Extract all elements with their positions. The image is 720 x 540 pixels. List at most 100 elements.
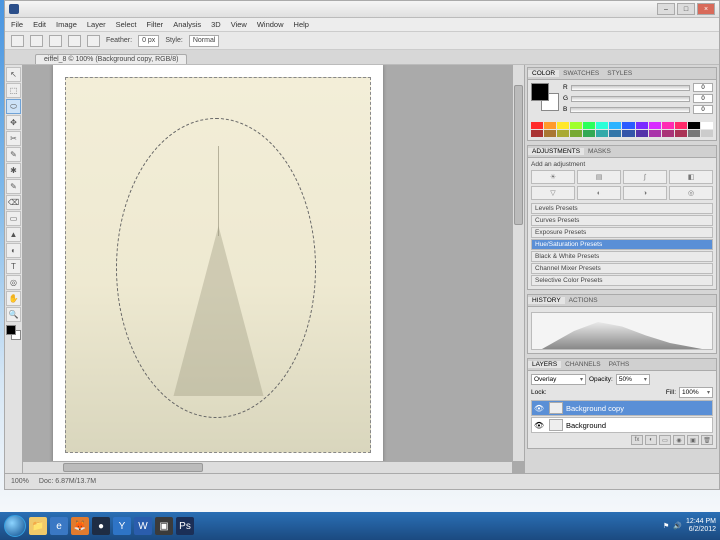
swatch[interactable] [701,122,713,129]
swatch[interactable] [609,122,621,129]
layer-adjust-button[interactable]: ▭ [659,435,671,445]
document-canvas[interactable] [53,65,383,465]
layer-new-button[interactable]: ▣ [687,435,699,445]
swatch[interactable] [636,122,648,129]
menu-filter[interactable]: Filter [147,20,164,29]
adjustment-preset[interactable]: Channel Mixer Presets [531,263,713,274]
swatch[interactable] [622,130,634,137]
menu-image[interactable]: Image [56,20,77,29]
color-fg-bg[interactable] [531,83,559,111]
zoom-level[interactable]: 100% [11,478,29,485]
swatch[interactable] [596,130,608,137]
crop-tool[interactable]: ✂ [6,131,21,146]
r-slider[interactable] [571,85,690,91]
adj-icon-vibrance[interactable]: ▽ [531,186,575,200]
menu-file[interactable]: File [11,20,23,29]
swatch[interactable] [570,122,582,129]
move-tool[interactable]: ↖ [6,67,21,82]
blend-mode-dropdown[interactable]: Overlay [531,374,586,385]
layer-row[interactable]: 👁Background copy [531,400,713,416]
marquee-mode-add-icon[interactable] [49,35,62,47]
eraser-tool[interactable]: ⌫ [6,195,21,210]
feather-input[interactable]: 0 px [138,35,159,47]
elliptical-marquee-tool[interactable]: ⬭ [6,99,21,114]
g-slider[interactable] [571,96,690,102]
swatch[interactable] [583,122,595,129]
fg-swatch[interactable] [531,83,549,101]
swatch[interactable] [675,122,687,129]
taskbar-app-icon[interactable]: Ps [176,517,194,535]
tab-layers[interactable]: LAYERS [528,361,561,368]
r-value[interactable]: 0 [693,83,713,92]
swatch[interactable] [570,130,582,137]
style-dropdown[interactable]: Normal [189,35,220,47]
tab-masks[interactable]: MASKS [584,148,615,155]
swatch[interactable] [596,122,608,129]
eyedropper-tool[interactable]: ✎ [6,147,21,162]
swatch[interactable] [531,130,543,137]
zoom-tool[interactable]: 🔍 [6,307,21,322]
swatch[interactable] [622,122,634,129]
swatch[interactable] [662,122,674,129]
swatch[interactable] [649,130,661,137]
color-swap[interactable] [6,325,21,340]
taskbar-app-icon[interactable]: Y [113,517,131,535]
swatch[interactable] [662,130,674,137]
adj-icon-exposure[interactable]: ◧ [669,170,713,184]
shape-tool[interactable]: ◎ [6,275,21,290]
taskbar-clock[interactable]: 12:44 PM 6/2/2012 [686,518,716,533]
marquee-mode-new-icon[interactable] [30,35,43,47]
swatch[interactable] [583,130,595,137]
canvas-area[interactable] [23,65,524,473]
layer-row[interactable]: 👁Background [531,417,713,433]
maximize-button[interactable]: □ [677,3,695,15]
taskbar-app-icon[interactable]: 📁 [29,517,47,535]
layer-mask-button[interactable]: ◐ [645,435,657,445]
tray-volume-icon[interactable]: 🔊 [673,522,682,530]
tab-styles[interactable]: STYLES [603,70,636,77]
swatch[interactable] [544,130,556,137]
scrollbar-thumb[interactable] [514,85,523,225]
adjustment-preset[interactable]: Exposure Presets [531,227,713,238]
adj-icon-brightness[interactable]: ☀ [531,170,575,184]
menu-analysis[interactable]: Analysis [173,20,201,29]
swatch[interactable] [636,130,648,137]
taskbar-app-icon[interactable]: e [50,517,68,535]
visibility-icon[interactable]: 👁 [532,404,546,413]
menu-help[interactable]: Help [294,20,309,29]
marquee-mode-intersect-icon[interactable] [87,35,100,47]
tab-channels[interactable]: CHANNELS [561,361,604,368]
taskbar-app-icon[interactable]: 🦊 [71,517,89,535]
lasso-tool[interactable]: ✥ [6,115,21,130]
menu-layer[interactable]: Layer [87,20,106,29]
b-value[interactable]: 0 [693,105,713,114]
rect-marquee-tool[interactable]: ⬚ [6,83,21,98]
menu-window[interactable]: Window [257,20,284,29]
menu-edit[interactable]: Edit [33,20,46,29]
adjustment-preset[interactable]: Curves Presets [531,215,713,226]
marquee-mode-sub-icon[interactable] [68,35,81,47]
adjustment-preset[interactable]: Black & White Presets [531,251,713,262]
taskbar-app-icon[interactable]: W [134,517,152,535]
tab-swatches[interactable]: SWATCHES [559,70,603,77]
hand-tool[interactable]: ✋ [6,291,21,306]
foreground-color[interactable] [6,325,16,335]
layer-delete-button[interactable]: 🗑 [701,435,713,445]
tray-flag-icon[interactable]: ⚑ [663,522,669,530]
swatch[interactable] [688,130,700,137]
swatch[interactable] [531,122,543,129]
swatch[interactable] [701,130,713,137]
tab-paths[interactable]: PATHS [605,361,634,368]
swatch[interactable] [609,130,621,137]
canvas-scrollbar-horizontal[interactable] [23,461,512,473]
opacity-input[interactable]: 50% [616,374,650,385]
swatch[interactable] [675,130,687,137]
taskbar-app-icon[interactable]: ▣ [155,517,173,535]
adj-icon-photofilter[interactable]: ◎ [669,186,713,200]
swatch[interactable] [544,122,556,129]
canvas-scrollbar-vertical[interactable] [512,65,524,461]
adj-icon-curves[interactable]: ∫ [623,170,667,184]
b-slider[interactable] [570,107,690,113]
taskbar-app-icon[interactable]: ● [92,517,110,535]
adjustment-preset[interactable]: Selective Color Presets [531,275,713,286]
